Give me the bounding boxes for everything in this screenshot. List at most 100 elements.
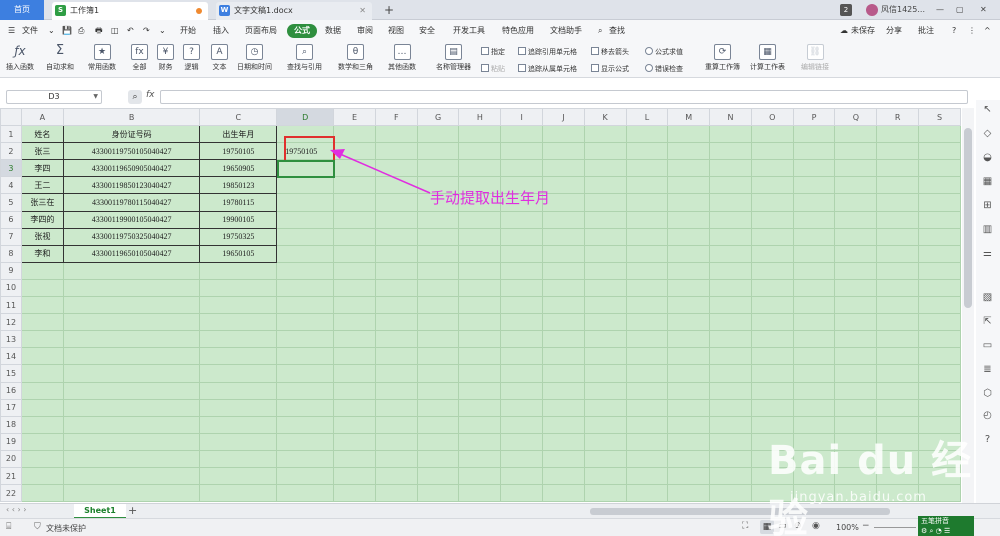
print-icon[interactable]: 🖶 xyxy=(95,20,103,42)
menu-developer[interactable]: 开发工具 xyxy=(453,20,485,42)
search-icon[interactable]: ⌕ xyxy=(598,20,602,42)
home-tab[interactable]: 首页 xyxy=(0,0,44,20)
zoom-icon[interactable]: ⌕ xyxy=(128,90,142,104)
help-icon[interactable]: ? xyxy=(952,20,956,42)
preview-icon[interactable]: ◫ xyxy=(111,20,119,42)
insert-function-button[interactable]: ƒx 插入函数 xyxy=(6,44,34,72)
menu-security[interactable]: 安全 xyxy=(419,20,435,42)
shapes-icon[interactable]: ◇ xyxy=(981,128,994,140)
macro-icon[interactable]: ⌸ xyxy=(6,522,11,532)
pivot-icon[interactable]: ⊞ xyxy=(981,200,994,212)
storage-icon[interactable]: ≣ xyxy=(981,364,994,376)
trace-precedents-button[interactable]: 追踪引用单元格 xyxy=(518,47,577,57)
error-check-button[interactable]: 错误检查 xyxy=(645,64,683,74)
name-manager-icon: ▤ xyxy=(445,44,462,60)
menu-view[interactable]: 视图 xyxy=(388,20,404,42)
hamburger-icon[interactable]: ☰ xyxy=(8,20,15,42)
collapse-ribbon-icon[interactable]: ^ xyxy=(984,20,991,42)
menu-data[interactable]: 数据 xyxy=(325,20,341,42)
export-icon[interactable]: ⎙ xyxy=(78,20,84,42)
close-tab-icon[interactable]: ✕ xyxy=(359,2,366,20)
other-functions-button[interactable]: … 其他函数 xyxy=(388,44,416,72)
share-button[interactable]: 分享 xyxy=(886,20,902,42)
remove-arrows-button[interactable]: 移去箭头 xyxy=(591,47,629,57)
archive-icon[interactable]: ▭ xyxy=(981,340,994,352)
sigma-icon: Σ xyxy=(55,43,65,58)
name-box[interactable]: D3 ▼ xyxy=(6,90,102,104)
help-side-icon[interactable]: ? xyxy=(981,434,994,446)
arrow-shaft xyxy=(339,153,431,194)
chart-icon[interactable]: ▥ xyxy=(981,224,994,236)
name-manager-button[interactable]: ▤ 名称管理器 xyxy=(436,44,471,72)
lookup-reference-button[interactable]: ⌕ 查找与引用 xyxy=(287,44,322,72)
workbook-tab-label: 工作簿1 xyxy=(70,6,100,15)
unsaved-status[interactable]: 未保存 xyxy=(851,20,875,42)
history-icon[interactable]: ◴ xyxy=(981,410,994,422)
finance-button[interactable]: ¥ 财务 xyxy=(157,44,174,72)
common-functions-button[interactable]: ★ 常用函数 xyxy=(88,44,116,72)
maximize-icon[interactable]: ▢ xyxy=(956,0,964,20)
edit-links-button[interactable]: ⛓ 编辑链接 xyxy=(801,44,829,72)
paste-name-button[interactable]: 粘贴 xyxy=(481,64,505,74)
sheet1-tab[interactable]: Sheet1 xyxy=(74,504,126,519)
file-menu[interactable]: 文件 xyxy=(22,20,38,42)
name-box-dropdown-icon[interactable]: ▼ xyxy=(93,91,98,103)
menu-page-layout[interactable]: 页面布局 xyxy=(245,20,277,42)
menu-review[interactable]: 审阅 xyxy=(357,20,373,42)
export-share-icon[interactable]: ⇱ xyxy=(981,316,994,328)
avatar[interactable] xyxy=(866,4,878,16)
calc-sheet-button[interactable]: ▦ 计算工作表 xyxy=(750,44,785,72)
vertical-scroll-thumb[interactable] xyxy=(964,128,972,308)
formula-bar: D3 ▼ ⌕ fx xyxy=(0,84,1000,108)
more-options-icon[interactable]: ⋮ xyxy=(968,20,976,42)
writer-tab[interactable]: W 文字文稿1.docx ✕ xyxy=(216,2,372,20)
autosum-button[interactable]: Σ 自动求和 xyxy=(46,44,74,72)
all-functions-button[interactable]: fx 全部 xyxy=(131,44,148,72)
star-function-icon: ★ xyxy=(93,44,111,60)
clipboard-icon[interactable]: ▧ xyxy=(981,292,994,304)
menu-home[interactable]: 开始 xyxy=(180,20,196,42)
menu-doc-assistant[interactable]: 文档助手 xyxy=(550,20,582,42)
cloud-icon[interactable]: ☁ xyxy=(840,20,848,42)
comment-button[interactable]: 批注 xyxy=(918,20,934,42)
save-icon[interactable]: 💾 xyxy=(62,20,72,42)
recalc-workbook-button[interactable]: ⟳ 重算工作簿 xyxy=(705,44,740,72)
menu-more-icon[interactable]: ⌄ xyxy=(48,20,55,42)
menu-insert[interactable]: 插入 xyxy=(213,20,229,42)
show-formulas-button[interactable]: 显示公式 xyxy=(591,64,629,74)
specify-button[interactable]: 指定 xyxy=(481,47,505,57)
sliders-icon[interactable]: ⚌ xyxy=(981,248,994,260)
menu-features[interactable]: 特色应用 xyxy=(502,20,534,42)
select-cursor-icon[interactable]: ↖ xyxy=(981,104,994,116)
table-style-icon[interactable]: ▦ xyxy=(981,176,994,188)
writer-tab-label: 文字文稿1.docx xyxy=(234,6,293,15)
backup-icon[interactable]: ⬡ xyxy=(981,388,994,400)
paste-icon xyxy=(481,64,489,72)
sheet-nav-arrows-icon[interactable]: ‹ ‹ › › xyxy=(6,505,26,514)
trace-dependents-button[interactable]: 追踪从属单元格 xyxy=(518,64,577,74)
link-icon: ⛓ xyxy=(806,44,824,60)
minimize-icon[interactable]: — xyxy=(936,0,944,20)
fullscreen-icon[interactable]: ⛶ xyxy=(742,521,748,531)
fill-icon[interactable]: ◒ xyxy=(981,152,994,164)
menu-formula[interactable]: 公式 xyxy=(287,24,317,38)
new-tab-icon[interactable]: + xyxy=(384,0,394,20)
close-window-icon[interactable]: ✕ xyxy=(980,0,987,20)
datetime-button[interactable]: ◷ 日期和时间 xyxy=(237,44,272,72)
protection-status[interactable]: 文档未保护 xyxy=(46,523,86,534)
menu-find[interactable]: 查找 xyxy=(609,20,625,42)
fx-label[interactable]: fx xyxy=(146,90,155,100)
evaluate-formula-button[interactable]: 公式求值 xyxy=(645,47,683,57)
workbook-tab[interactable]: S 工作簿1 xyxy=(52,2,208,20)
text-functions-button[interactable]: A 文本 xyxy=(211,44,228,72)
add-sheet-icon[interactable]: + xyxy=(128,504,137,518)
trace-arrow-icon xyxy=(518,47,526,55)
window-count-badge[interactable]: 2 xyxy=(840,4,852,16)
math-trig-button[interactable]: θ 数学和三角 xyxy=(338,44,373,72)
logic-button[interactable]: ? 逻辑 xyxy=(183,44,200,72)
user-name[interactable]: 风信1425... xyxy=(881,0,925,20)
formula-input[interactable] xyxy=(160,90,968,104)
quick-access-more-icon[interactable]: ⌄ xyxy=(159,20,166,42)
redo-icon[interactable]: ↷ xyxy=(143,20,150,42)
undo-icon[interactable]: ↶ xyxy=(127,20,134,42)
